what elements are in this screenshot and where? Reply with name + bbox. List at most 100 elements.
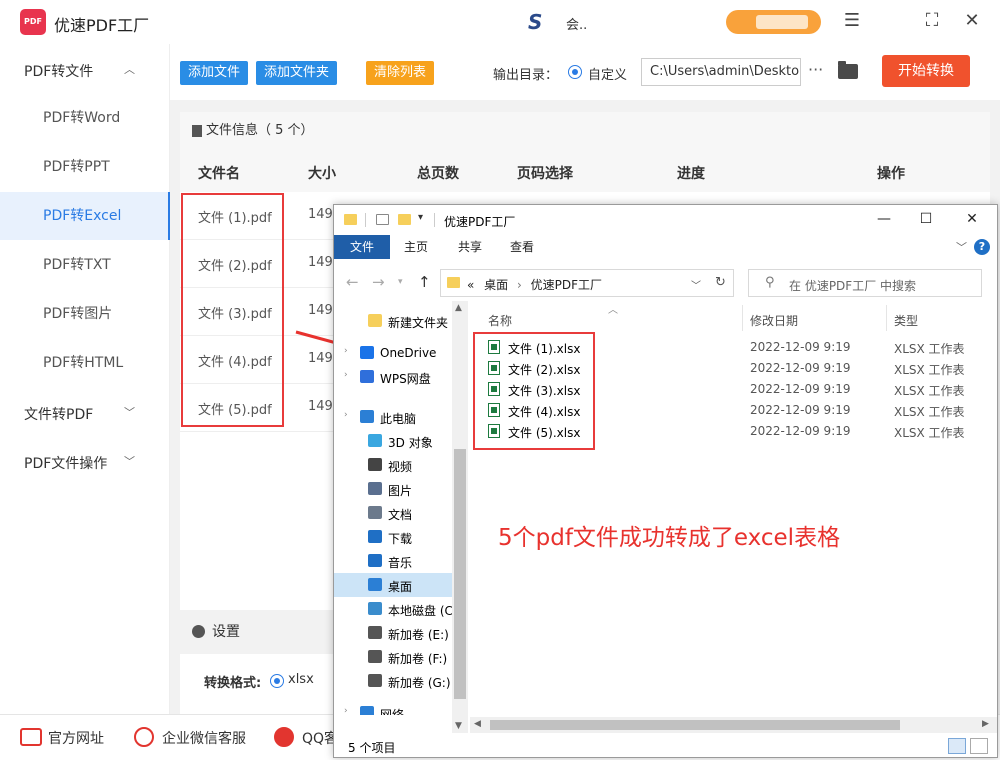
clear-list-button[interactable]: 清除列表 [366,61,435,85]
sidebar-item-pdf-to-excel[interactable]: PDF转Excel [0,192,170,240]
search-icon: ⚲ [765,275,775,290]
nav-item[interactable]: 3D 对象 [334,429,452,453]
nav-item[interactable]: 新加卷 (G:) [334,669,452,693]
breadcrumb-desktop[interactable]: 桌面 [484,278,508,292]
item-count: 5 个项目 [348,741,396,755]
sidebar-item-pdf-to-html[interactable]: PDF转HTML [0,339,170,387]
nav-item[interactable]: › 此电脑 [334,405,452,429]
expand-arrow-icon[interactable]: › [344,706,348,715]
scroll-thumb[interactable] [454,449,466,699]
nav-item[interactable]: 视频 [334,453,452,477]
quick-access-dropdown-icon[interactable]: ▾ [418,212,423,223]
nav-item[interactable]: › OneDrive [334,341,452,365]
folder-icon[interactable] [838,61,858,79]
vip-badge[interactable] [726,10,821,34]
column-header-name[interactable]: 名称 [488,312,512,329]
properties-icon[interactable] [376,214,389,225]
nav-item[interactable]: 图片 [334,477,452,501]
maximize-icon[interactable]: ☐ [916,211,936,227]
back-arrow-icon[interactable]: ← [346,273,359,291]
nav-scrollbar[interactable]: ▲ ▼ [452,301,468,733]
horizontal-scrollbar[interactable]: ◀ ▶ [470,717,997,733]
expand-arrow-icon[interactable]: › [344,370,348,380]
folder-icon [344,214,357,225]
format-value: xlsx [288,672,314,687]
nav-item[interactable]: 音乐 [334,549,452,573]
user-name[interactable]: 会.. [566,14,587,33]
up-arrow-icon[interactable]: ↑ [418,273,431,291]
nav-item[interactable]: › WPS网盘 [334,365,452,389]
nav-item[interactable]: 本地磁盘 (C [334,597,452,621]
tab-share[interactable]: 共享 [450,235,490,259]
menu-icon[interactable]: ☰ [840,10,864,31]
settings-title: 设置 [212,624,240,640]
nav-item[interactable]: › 网络 [334,701,452,715]
nav-item[interactable]: 新加卷 (E:) [334,621,452,645]
sidebar-item-pdf-to-image[interactable]: PDF转图片 [0,290,170,338]
nav-item[interactable]: 桌面 [334,573,452,597]
column-header-type[interactable]: 类型 [894,312,918,329]
address-bar[interactable]: « 桌面 › 优速PDF工厂 ﹀ ↻ [440,269,734,297]
column-header-size: 大小 [308,166,336,182]
nav-item[interactable]: 下载 [334,525,452,549]
status-bar: 5 个项目 [334,735,997,758]
folder-icon [368,314,382,327]
toolbar: 添加文件 添加文件夹 清除列表 输出目录： 自定义 C:\Users\admin… [170,44,1000,100]
sidebar-item-pdf-to-txt[interactable]: PDF转TXT [0,241,170,289]
output-custom-radio[interactable] [568,65,582,79]
forward-arrow-icon[interactable]: → [372,273,385,291]
tab-view[interactable]: 查看 [502,235,542,259]
tab-file[interactable]: 文件 [334,235,390,259]
separator [434,213,435,227]
format-xlsx-radio[interactable] [270,674,284,688]
add-folder-button[interactable]: 添加文件夹 [256,61,338,85]
output-path-input[interactable]: C:\Users\admin\Deskto [641,58,801,86]
maximize-icon[interactable]: ⛶ [920,10,944,31]
sidebar-group-pdf-operations[interactable]: PDF文件操作 ﹀ [24,453,135,473]
nav-item[interactable]: 新建文件夹 [334,309,452,333]
scroll-left-icon[interactable]: ◀ [474,719,481,729]
breadcrumb-overflow[interactable]: « [467,278,474,292]
sidebar-item-pdf-to-word[interactable]: PDF转Word [0,94,170,142]
expand-arrow-icon[interactable]: › [344,410,348,420]
search-box[interactable]: ⚲ 在 优速PDF工厂 中搜索 [748,269,982,297]
nav-item[interactable]: 文档 [334,501,452,525]
file-type: XLSX 工作表 [894,426,965,440]
scroll-down-icon[interactable]: ▼ [455,721,462,731]
recent-dropdown-icon[interactable]: ▾ [398,277,403,287]
help-icon[interactable]: ? [974,239,990,255]
nav-item[interactable]: 新加卷 (F:) [334,645,452,669]
file-date: 2022-12-09 9:19 [750,340,851,354]
chevron-down-icon[interactable]: ﹀ [691,277,701,292]
website-icon [20,728,42,746]
nav-item-label: WPS网盘 [380,372,431,386]
start-convert-button[interactable]: 开始转换 [882,55,970,87]
sidebar-item-pdf-to-ppt[interactable]: PDF转PPT [0,143,170,191]
footer-link-website[interactable]: 官方网址 [48,728,104,748]
large-icons-view-icon[interactable] [970,738,988,754]
scroll-right-icon[interactable]: ▶ [982,719,989,729]
column-header-date[interactable]: 修改日期 [750,312,798,329]
refresh-icon[interactable]: ↻ [715,275,726,290]
nav-item-label: 此电脑 [380,412,417,426]
file-type: XLSX 工作表 [894,384,965,398]
chevron-down-icon[interactable]: ﹀ [956,239,967,255]
file-date: 2022-12-09 9:19 [750,424,851,438]
nav-item-label: 本地磁盘 (C [388,604,452,618]
breadcrumb-current[interactable]: 优速PDF工厂 [531,278,602,292]
close-icon[interactable]: ✕ [962,211,982,227]
footer-link-wechat[interactable]: 企业微信客服 [162,728,246,748]
tab-home[interactable]: 主页 [396,235,436,259]
scroll-thumb[interactable] [490,720,900,730]
minimize-icon[interactable]: — [874,211,894,227]
add-file-button[interactable]: 添加文件 [180,61,249,85]
expand-arrow-icon[interactable]: › [344,346,348,356]
close-icon[interactable]: ✕ [960,10,984,31]
sidebar-item-label: PDF转图片 [43,306,113,322]
sidebar-group-pdf-to-file[interactable]: PDF转文件 ︿ [24,61,135,81]
details-view-icon[interactable] [948,738,966,754]
scroll-up-icon[interactable]: ▲ [455,303,462,313]
new-folder-icon[interactable] [398,214,411,225]
more-options-icon[interactable]: ··· [808,60,823,79]
sidebar-group-file-to-pdf[interactable]: 文件转PDF ﹀ [24,404,135,424]
